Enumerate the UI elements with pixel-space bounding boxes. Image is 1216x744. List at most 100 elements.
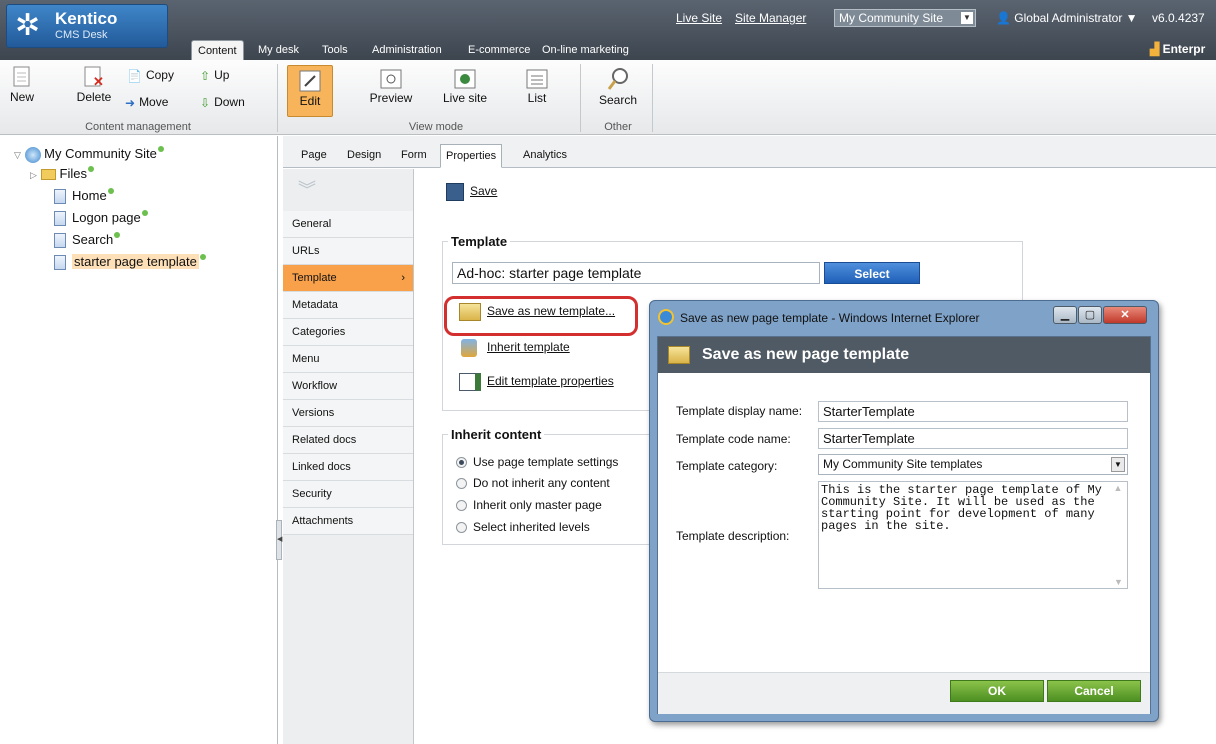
radio-label: Do not inherit any content bbox=[473, 476, 610, 490]
category-label: Template category: bbox=[676, 459, 778, 473]
tree-item-search[interactable]: Search bbox=[54, 232, 121, 249]
delete-button[interactable]: ✕ Delete bbox=[75, 66, 113, 104]
tree-root[interactable]: ▽ My Community Site bbox=[14, 146, 164, 163]
logo-sub: CMS Desk bbox=[55, 29, 108, 41]
scroll-up-icon: ▲ bbox=[1113, 483, 1123, 493]
close-icon: ✕ bbox=[1120, 309, 1130, 321]
tab-my-desk[interactable]: My desk bbox=[252, 40, 305, 60]
nav-general[interactable]: General bbox=[283, 211, 413, 238]
tab-tools[interactable]: Tools bbox=[316, 40, 354, 60]
radio-use-template[interactable]: Use page template settings bbox=[456, 455, 618, 469]
user-icon: 👤 bbox=[996, 11, 1015, 25]
tab-analytics[interactable]: Analytics bbox=[518, 144, 572, 168]
tree-item-home[interactable]: Home bbox=[54, 188, 114, 205]
down-label: Down bbox=[214, 95, 245, 109]
tree-item-logon-page[interactable]: Logon page bbox=[54, 210, 148, 227]
radio-no-inherit[interactable]: Do not inherit any content bbox=[456, 476, 610, 490]
chevron-up-icon[interactable]: ︾ bbox=[298, 176, 322, 200]
textarea-scrollbar[interactable]: ▲ ▼ bbox=[1110, 483, 1126, 587]
code-name-label: Template code name: bbox=[676, 432, 791, 446]
nav-security[interactable]: Security bbox=[283, 481, 413, 508]
list-button[interactable]: List bbox=[520, 69, 554, 105]
move-arrow-icon: ➜ bbox=[125, 95, 136, 110]
new-label: New bbox=[9, 90, 34, 104]
nav-workflow[interactable]: Workflow bbox=[283, 373, 413, 400]
tree-item-files[interactable]: ▷ Files bbox=[30, 166, 94, 181]
edit-button[interactable]: Edit bbox=[287, 65, 333, 117]
nav-metadata[interactable]: Metadata bbox=[283, 292, 413, 319]
tab-form[interactable]: Form bbox=[396, 144, 432, 168]
live-site-link[interactable]: Live Site bbox=[676, 11, 722, 25]
save-button[interactable]: Save bbox=[446, 183, 497, 201]
copy-button[interactable]: 📄 Copy bbox=[127, 68, 174, 83]
nav-attachments[interactable]: Attachments bbox=[283, 508, 413, 535]
collapse-arrow-icon: ▽ bbox=[14, 150, 21, 160]
properties-icon bbox=[459, 373, 481, 391]
tab-content[interactable]: Content bbox=[191, 40, 244, 60]
save-as-new-template-link[interactable]: Save as new template... bbox=[459, 303, 615, 321]
published-dot-icon bbox=[114, 232, 121, 238]
tree-root-label: My Community Site bbox=[44, 146, 157, 161]
copy-icon: 📄 bbox=[127, 68, 142, 83]
live-site-button[interactable]: Live site bbox=[440, 69, 490, 105]
down-button[interactable]: ⇩ Down bbox=[200, 95, 245, 110]
user-name: Global Administrator ▼ bbox=[1014, 11, 1138, 25]
display-name-input[interactable]: StarterTemplate bbox=[818, 401, 1128, 422]
ribbon-separator bbox=[580, 64, 581, 132]
close-button[interactable]: ✕ bbox=[1103, 306, 1147, 324]
user-menu[interactable]: 👤 Global Administrator ▼ bbox=[996, 11, 1138, 25]
nav-template[interactable]: Template › bbox=[283, 265, 413, 292]
bars-icon: ▟ bbox=[1150, 42, 1163, 56]
nav-linked-docs[interactable]: Linked docs bbox=[283, 454, 413, 481]
inherit-template-link[interactable]: Inherit template bbox=[461, 339, 570, 357]
nav-versions[interactable]: Versions bbox=[283, 400, 413, 427]
preview-icon bbox=[380, 69, 402, 89]
list-label: List bbox=[527, 91, 547, 105]
delete-page-icon: ✕ bbox=[84, 66, 104, 88]
nav-menu[interactable]: Menu bbox=[283, 346, 413, 373]
page-icon bbox=[54, 233, 66, 249]
new-button[interactable]: New bbox=[6, 66, 38, 104]
tree-item-starter-page-template[interactable]: starter page template bbox=[54, 254, 206, 271]
minimize-button[interactable]: ▁ bbox=[1053, 306, 1077, 324]
code-name-input[interactable]: StarterTemplate bbox=[818, 428, 1128, 449]
pane-splitter[interactable]: ◀ bbox=[276, 520, 282, 560]
description-textarea[interactable]: This is the starter page template of My … bbox=[818, 481, 1128, 589]
description-label: Template description: bbox=[676, 529, 790, 543]
template-name-field[interactable]: Ad-hoc: starter page template bbox=[452, 262, 820, 284]
chevron-down-icon: ▼ bbox=[1111, 457, 1125, 472]
nav-urls[interactable]: URLs bbox=[283, 238, 413, 265]
published-dot-icon bbox=[157, 146, 164, 152]
ok-button[interactable]: OK bbox=[950, 680, 1044, 702]
category-select[interactable]: My Community Site templates ▼ bbox=[818, 454, 1128, 475]
cancel-button[interactable]: Cancel bbox=[1047, 680, 1141, 702]
tab-administration[interactable]: Administration bbox=[366, 40, 448, 60]
expand-arrow-icon: ▷ bbox=[30, 170, 37, 180]
published-dot-icon bbox=[107, 188, 114, 194]
edit-template-properties-link[interactable]: Edit template properties bbox=[459, 373, 614, 391]
preview-button[interactable]: Preview bbox=[367, 69, 415, 105]
version-label: v6.0.4237 bbox=[1152, 11, 1205, 25]
tab-page[interactable]: Page bbox=[296, 144, 332, 168]
page-icon bbox=[54, 211, 66, 227]
tab-design[interactable]: Design bbox=[342, 144, 386, 168]
nav-categories[interactable]: Categories bbox=[283, 319, 413, 346]
page-icon bbox=[54, 189, 66, 205]
nav-related-docs[interactable]: Related docs bbox=[283, 427, 413, 454]
tab-ecommerce[interactable]: E-commerce bbox=[462, 40, 536, 60]
radio-master-only[interactable]: Inherit only master page bbox=[456, 498, 602, 512]
tree-item-label: starter page template bbox=[72, 254, 199, 269]
up-button[interactable]: ⇧ Up bbox=[200, 68, 229, 83]
maximize-button[interactable]: ▢ bbox=[1078, 306, 1102, 324]
radio-select-levels[interactable]: Select inherited levels bbox=[456, 520, 590, 534]
site-selector[interactable]: My Community Site ▼ bbox=[834, 9, 976, 27]
tree-item-label: Files bbox=[59, 166, 87, 181]
template-legend: Template bbox=[448, 234, 511, 249]
select-template-button[interactable]: Select bbox=[824, 262, 920, 284]
search-button[interactable]: Search bbox=[595, 67, 641, 107]
kentico-logo[interactable]: ✲ Kentico CMS Desk bbox=[6, 4, 168, 48]
tab-properties[interactable]: Properties bbox=[440, 144, 503, 168]
tab-online-marketing[interactable]: On-line marketing bbox=[536, 40, 635, 60]
site-manager-link[interactable]: Site Manager bbox=[735, 11, 806, 25]
move-button[interactable]: ➜ Move bbox=[125, 95, 168, 110]
